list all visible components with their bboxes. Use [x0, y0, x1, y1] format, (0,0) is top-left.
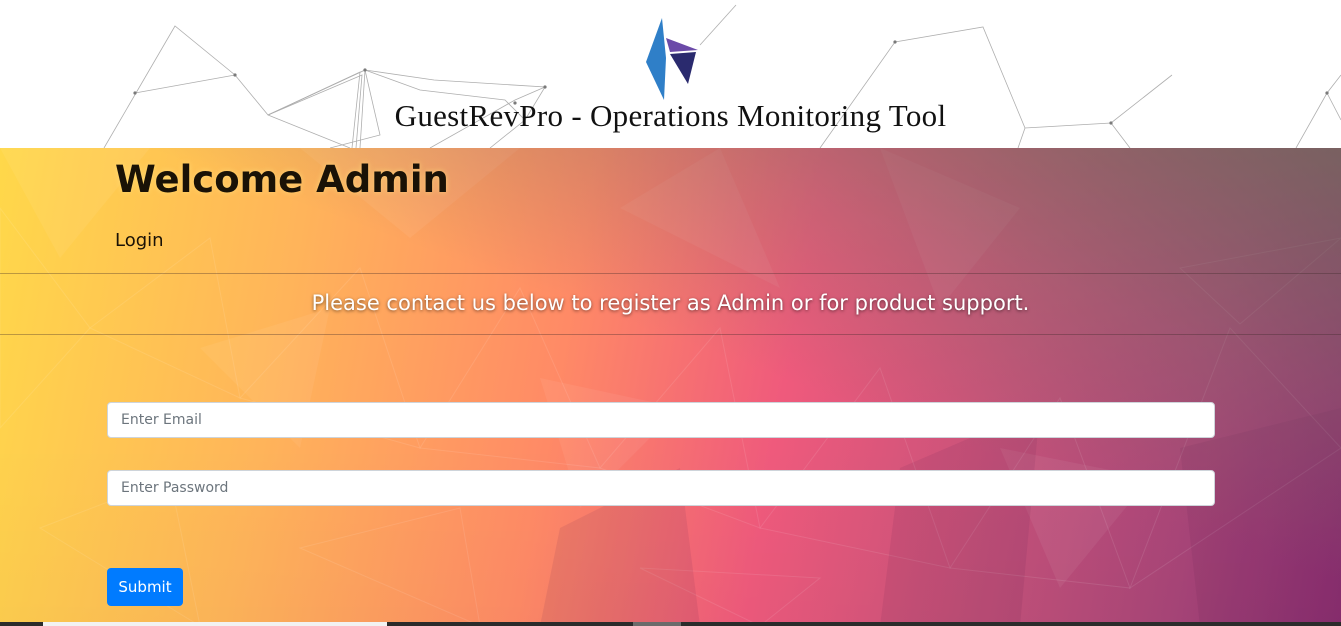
header: GuestRevPro - Operations Monitoring Tool: [0, 0, 1341, 148]
login-panel: Welcome Admin Login Please contact us be…: [0, 148, 1341, 626]
divider-bottom: [0, 334, 1341, 335]
divider-top: [0, 273, 1341, 274]
email-input[interactable]: [107, 402, 1215, 438]
welcome-title: Welcome Admin: [115, 158, 449, 201]
guestrevpro-logo-icon: [646, 18, 698, 100]
app-title: GuestRevPro - Operations Monitoring Tool: [394, 98, 947, 133]
password-input[interactable]: [107, 470, 1215, 506]
bottom-strip: [0, 622, 1341, 626]
login-label: Login: [115, 230, 164, 251]
login-page: GuestRevPro - Operations Monitoring Tool: [0, 0, 1341, 626]
submit-button[interactable]: Submit: [107, 568, 183, 606]
hero-overlay: [0, 148, 1341, 626]
contact-message: Please contact us below to register as A…: [311, 291, 1030, 315]
